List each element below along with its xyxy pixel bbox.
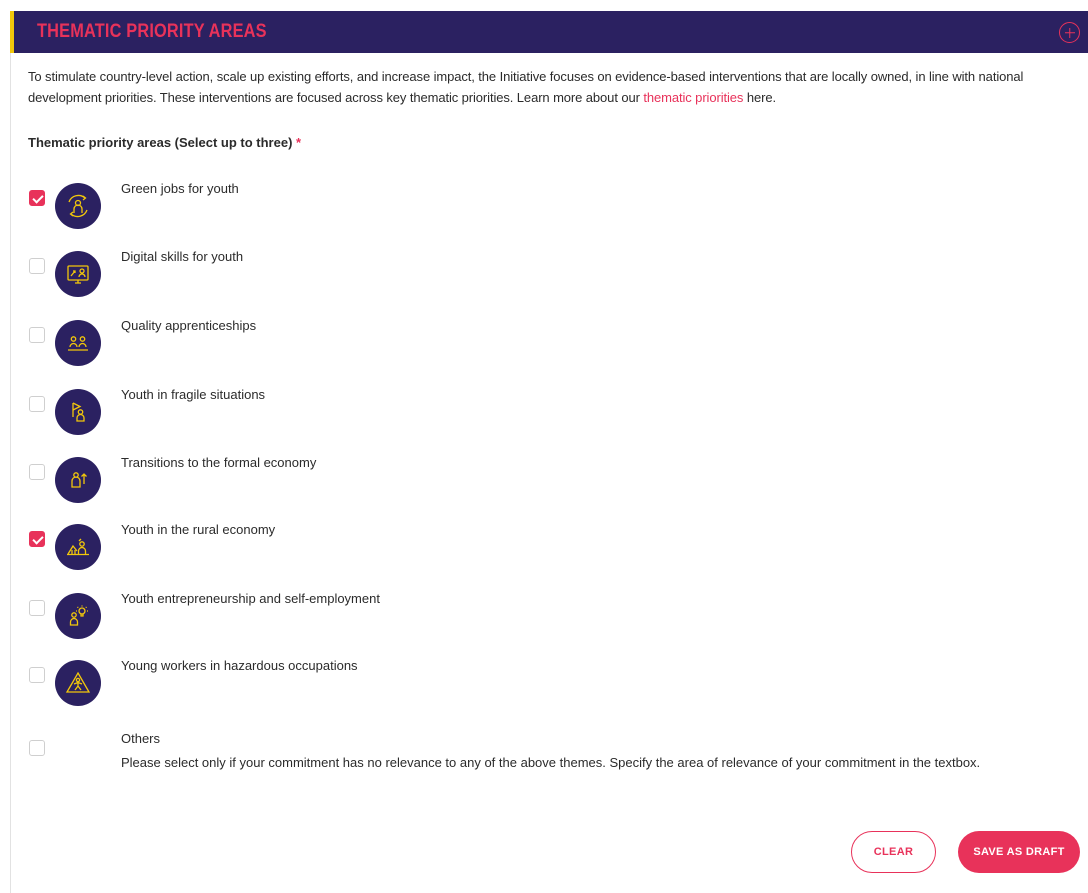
checkbox-entrepreneurship[interactable] (29, 600, 45, 616)
checkbox-fragile-situations[interactable] (29, 396, 45, 412)
green-jobs-icon (55, 183, 101, 229)
option-label: Others (121, 731, 161, 746)
option-apprenticeships[interactable]: Quality apprenticeships (29, 318, 1029, 366)
option-label: Green jobs for youth (121, 181, 239, 196)
section-title: THEMATIC PRIORITY AREAS (37, 21, 267, 42)
option-formal-economy[interactable]: Transitions to the formal economy (29, 455, 1029, 503)
expand-plus-icon[interactable] (1059, 22, 1080, 43)
entrepreneurship-icon (55, 593, 101, 639)
option-label: Quality apprenticeships (121, 318, 257, 333)
checkbox-apprenticeships[interactable] (29, 327, 45, 343)
apprenticeship-icon (55, 320, 101, 366)
option-entrepreneurship[interactable]: Youth entrepreneurship and self-employme… (29, 591, 1029, 639)
option-label: Youth entrepreneurship and self-employme… (121, 591, 380, 606)
formal-economy-icon (55, 457, 101, 503)
checkbox-others[interactable] (29, 740, 45, 756)
option-digital-skills[interactable]: Digital skills for youth (29, 249, 1029, 297)
intro-text-end: here. (743, 90, 776, 105)
question-text: Thematic priority areas (Select up to th… (28, 135, 293, 150)
section-left-border (10, 53, 11, 893)
fragile-situations-icon (55, 389, 101, 435)
checkbox-formal-economy[interactable] (29, 464, 45, 480)
option-fragile-situations[interactable]: Youth in fragile situations (29, 387, 1029, 435)
required-marker: * (296, 135, 302, 150)
clear-button[interactable]: CLEAR (851, 831, 936, 873)
checkbox-digital-skills[interactable] (29, 258, 45, 274)
option-label: Young workers in hazardous occupations (121, 658, 358, 673)
checkbox-green-jobs[interactable] (29, 190, 45, 206)
option-label: Youth in fragile situations (121, 387, 266, 402)
save-as-draft-button[interactable]: SAVE AS DRAFT (958, 831, 1080, 873)
thematic-priorities-link[interactable]: thematic priorities (643, 90, 743, 105)
header-accent-bar (10, 11, 14, 53)
section-header: THEMATIC PRIORITY AREAS (10, 11, 1088, 53)
hazard-icon (55, 660, 101, 706)
option-rural-economy[interactable]: Youth in the rural economy (29, 522, 1029, 570)
rural-economy-icon (55, 524, 101, 570)
question-label: Thematic priority areas (Select up to th… (28, 135, 301, 150)
option-label: Transitions to the formal economy (121, 455, 317, 470)
option-label: Digital skills for youth (121, 249, 244, 264)
intro-text: To stimulate country-level action, scale… (28, 69, 1024, 105)
option-green-jobs[interactable]: Green jobs for youth (29, 181, 1029, 229)
checkbox-rural-economy[interactable] (29, 531, 45, 547)
option-hazardous-occupations[interactable]: Young workers in hazardous occupations (29, 658, 1029, 706)
option-label: Youth in the rural economy (121, 522, 276, 537)
others-description: Please select only if your commitment ha… (121, 755, 981, 770)
digital-skills-icon (55, 251, 101, 297)
checkbox-hazardous-occupations[interactable] (29, 667, 45, 683)
intro-paragraph: To stimulate country-level action, scale… (28, 66, 1078, 108)
